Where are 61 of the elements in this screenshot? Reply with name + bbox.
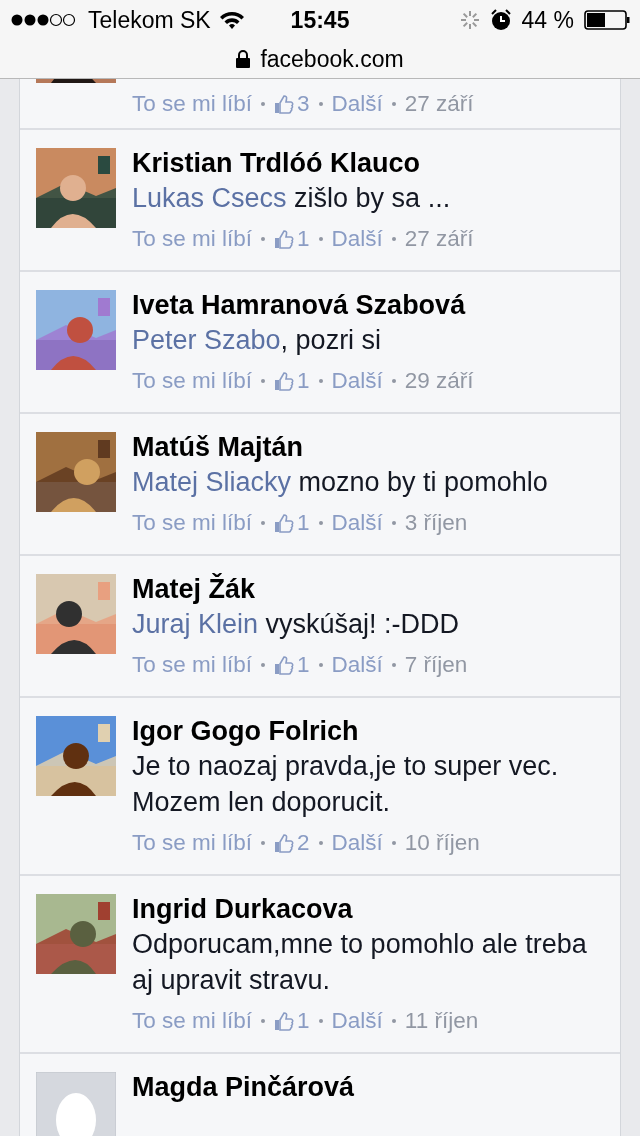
commenter-name[interactable]: Matúš Majtán: [132, 432, 604, 462]
comment-text: Juraj Klein vyskúšaj! :-DDD: [132, 608, 461, 641]
like-link[interactable]: To se mi líbí: [132, 89, 253, 119]
more-link[interactable]: Další: [331, 366, 383, 396]
lock-icon: [236, 50, 251, 68]
clock-time: 15:45: [290, 6, 350, 33]
mention-link[interactable]: Matej Sliacky: [132, 467, 292, 497]
like-link[interactable]: To se mi líbí: [132, 650, 253, 680]
address-url[interactable]: facebook.com: [260, 45, 404, 73]
comment-text: Lukas Csecs zišlo by sa ...: [132, 182, 452, 215]
battery-icon: [584, 10, 630, 30]
commenter-name[interactable]: Igor Gogo Folrich: [132, 716, 604, 746]
thumbs-up-icon: [274, 371, 295, 391]
commenter-name[interactable]: Magda Pinčárová: [132, 1072, 604, 1102]
like-link[interactable]: To se mi líbí: [132, 1006, 253, 1036]
more-link[interactable]: Další: [331, 224, 383, 254]
more-link[interactable]: Další: [331, 828, 383, 858]
like-count: 3: [274, 89, 310, 119]
like-link[interactable]: To se mi líbí: [132, 224, 253, 254]
like-count: 2: [274, 828, 310, 858]
comment-date: 10 říjen: [404, 829, 480, 857]
mention-link[interactable]: Juraj Klein: [132, 609, 259, 639]
commenter-name[interactable]: Matej Žák: [132, 574, 604, 604]
more-link[interactable]: Další: [331, 89, 383, 119]
comment-date: 27 září: [404, 90, 474, 118]
comment-date: 3 říjen: [404, 509, 468, 537]
like-link[interactable]: To se mi líbí: [132, 828, 253, 858]
like-count: 1: [274, 366, 310, 396]
like-count: 1: [274, 650, 310, 680]
thumbs-up-icon: [274, 513, 295, 533]
commenter-name[interactable]: Kristian Trdlóó Klauco: [132, 148, 604, 178]
thumbs-up-icon: [274, 94, 295, 114]
alarm-clock-icon: [489, 9, 512, 31]
mention-link[interactable]: Peter Szabo: [132, 325, 281, 355]
like-count: 1: [274, 508, 310, 538]
like-link[interactable]: To se mi líbí: [132, 508, 253, 538]
comment-date: 27 září: [404, 225, 474, 253]
comment-text: Peter Szabo, pozri si: [132, 324, 383, 357]
more-link[interactable]: Další: [331, 650, 383, 680]
battery-percentage: 44 %: [521, 6, 574, 34]
thumbs-up-icon: [274, 229, 295, 249]
activity-spinner-icon: [459, 10, 480, 30]
thumbs-up-icon: [274, 655, 295, 675]
comment-date: 29 září: [404, 367, 474, 395]
comment-date: 7 říjen: [404, 651, 468, 679]
comment-text: Matej Sliacky mozno by ti pomohlo: [132, 466, 549, 499]
carrier-name: Telekom SK: [88, 6, 211, 34]
comment-text: Odporucam,mne to pomohlo ale treba aj upravit stravu.: [132, 928, 588, 997]
thumbs-up-icon: [274, 833, 295, 853]
like-count: 1: [274, 224, 310, 254]
thumbs-up-icon: [274, 1011, 295, 1031]
like-link[interactable]: To se mi líbí: [132, 366, 253, 396]
commenter-name[interactable]: Iveta Hamranová Szabová: [132, 290, 604, 320]
mention-link[interactable]: Lukas Csecs: [132, 183, 287, 213]
wifi-icon: [218, 10, 245, 30]
comment-date: 11 říjen: [404, 1007, 479, 1035]
more-link[interactable]: Další: [331, 1006, 383, 1036]
more-link[interactable]: Další: [331, 508, 383, 538]
like-count: 1: [274, 1006, 310, 1036]
commenter-name[interactable]: Ingrid Durkacova: [132, 894, 604, 924]
comment-text: Je to naozaj pravda,je to super vec. Mozem len doporucit.: [132, 750, 560, 819]
